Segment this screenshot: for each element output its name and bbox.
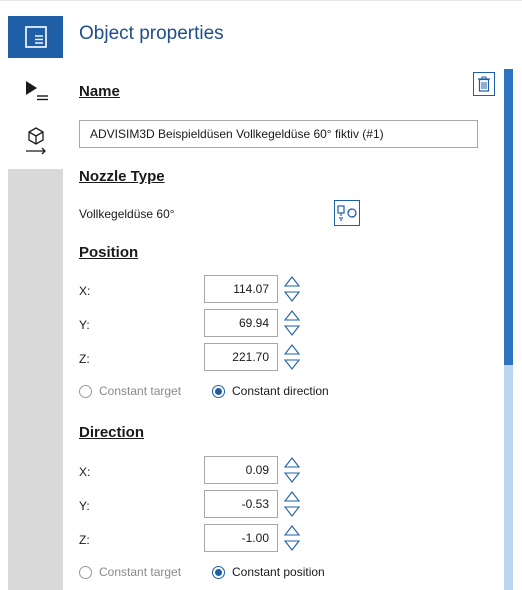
position-z-input[interactable]: 221.70 (204, 343, 278, 371)
position-x-spinner-icon[interactable] (283, 275, 301, 303)
direction-constant-position-option[interactable]: Constant position (212, 565, 325, 579)
object-properties-panel: Object properties Name ADVISIM3D Beispie… (63, 0, 522, 590)
delete-button[interactable] (473, 72, 495, 96)
play-list-icon (25, 81, 48, 101)
nozzle-type-value: Vollkegeldüse 60° (79, 207, 175, 221)
position-constant-target-label: Constant target (99, 384, 182, 398)
direction-constant-target-option[interactable]: Constant target (79, 565, 181, 579)
nozzle-swap-icon (337, 205, 357, 221)
direction-constant-position-label: Constant position (232, 565, 325, 579)
radio-unchecked-icon[interactable] (79, 384, 92, 398)
left-toolbar (0, 0, 63, 590)
radio-checked-icon[interactable] (212, 384, 225, 398)
direction-y-label: Y: (79, 499, 90, 513)
position-x-label: X: (79, 284, 91, 298)
change-nozzle-button[interactable] (334, 200, 360, 226)
position-constant-target-option[interactable]: Constant target (79, 384, 181, 398)
nozzle-type-heading: Nozzle Type (79, 168, 165, 185)
object-name-field[interactable]: ADVISIM3D Beispieldüsen Vollkegeldüse 60… (79, 120, 478, 148)
position-heading: Position (79, 244, 139, 261)
properties-panel-icon (24, 26, 47, 48)
direction-heading: Direction (79, 424, 145, 441)
direction-x-label: X: (79, 465, 91, 479)
panel-title: Object properties (79, 23, 224, 44)
radio-unchecked-icon[interactable] (79, 565, 92, 579)
properties-panel-button[interactable] (8, 16, 63, 58)
name-heading: Name (79, 83, 120, 100)
rail-empty-area (8, 169, 63, 590)
direction-z-input[interactable]: -1.00 (204, 524, 278, 552)
play-list-button[interactable] (8, 70, 63, 112)
position-y-label: Y: (79, 318, 90, 332)
direction-y-spinner-icon[interactable] (283, 490, 301, 518)
position-x-input[interactable]: 114.07 (204, 275, 278, 303)
trash-icon (478, 76, 490, 92)
export-object-icon (25, 127, 46, 155)
radio-checked-icon[interactable] (212, 565, 225, 579)
export-object-button[interactable] (8, 120, 63, 162)
direction-x-input[interactable]: 0.09 (204, 456, 278, 484)
position-y-spinner-icon[interactable] (283, 309, 301, 337)
vertical-scrollbar[interactable] (504, 69, 513, 590)
position-y-input[interactable]: 69.94 (204, 309, 278, 337)
direction-y-input[interactable]: -0.53 (204, 490, 278, 518)
position-z-spinner-icon[interactable] (283, 343, 301, 371)
scrollbar-thumb[interactable] (504, 69, 513, 365)
position-constant-direction-label: Constant direction (232, 384, 329, 398)
position-constant-direction-option[interactable]: Constant direction (212, 384, 329, 398)
position-z-label: Z: (79, 352, 90, 366)
direction-x-spinner-icon[interactable] (283, 456, 301, 484)
direction-z-spinner-icon[interactable] (283, 524, 301, 552)
direction-z-label: Z: (79, 533, 90, 547)
direction-constant-target-label: Constant target (99, 565, 182, 579)
